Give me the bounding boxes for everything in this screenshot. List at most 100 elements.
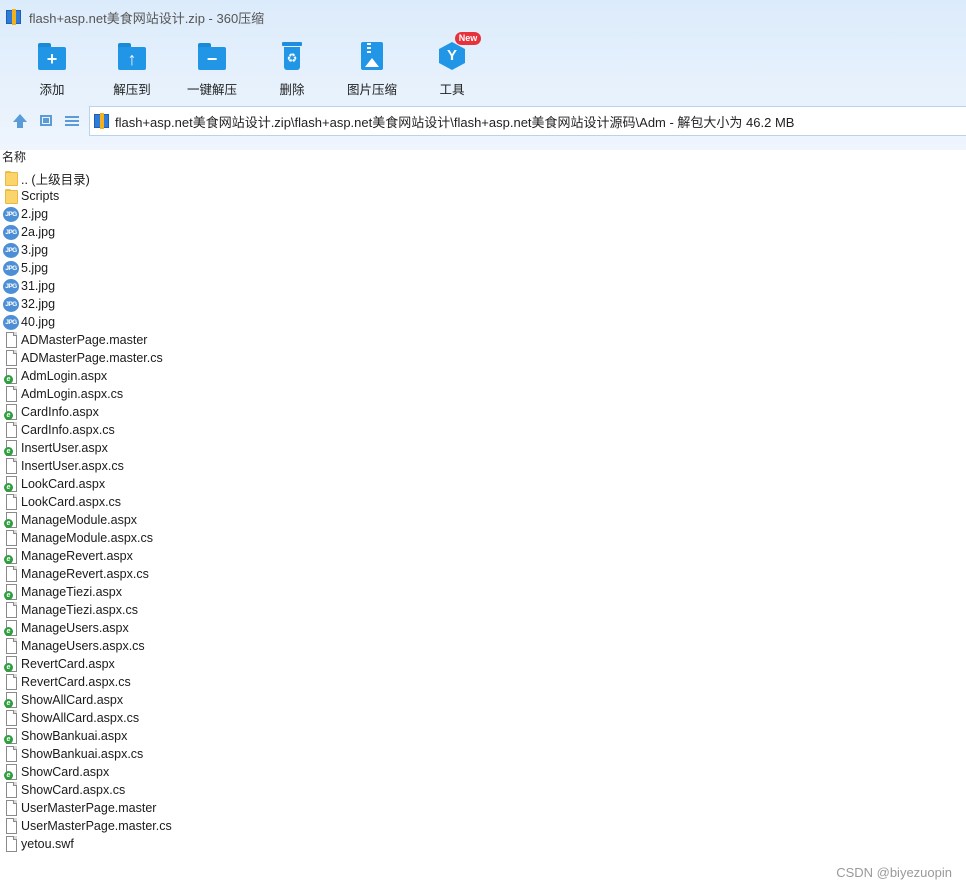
- file-row[interactable]: ShowAllCard.aspx.cs: [0, 709, 966, 727]
- file-name: ShowBankuai.aspx.cs: [21, 747, 144, 761]
- address-bar[interactable]: flash+asp.net美食网站设计.zip\flash+asp.net美食网…: [89, 106, 966, 136]
- file-icon: [2, 566, 20, 582]
- file-row[interactable]: InsertUser.aspx.cs: [0, 457, 966, 475]
- file-icon: [2, 782, 20, 798]
- file-row[interactable]: e ShowBankuai.aspx: [0, 727, 966, 745]
- file-row[interactable]: ShowBankuai.aspx.cs: [0, 745, 966, 763]
- file-name: ManageTiezi.aspx.cs: [21, 603, 138, 617]
- file-row[interactable]: RevertCard.aspx.cs: [0, 673, 966, 691]
- file-icon: [2, 386, 20, 402]
- app-header: flash+asp.net美食网站设计.zip - 360压缩 + 添加 ↑ 解…: [0, 0, 966, 150]
- file-name: ADMasterPage.master: [21, 333, 148, 347]
- file-icon: [2, 638, 20, 654]
- add-icon: +: [36, 40, 68, 72]
- file-row[interactable]: ManageTiezi.aspx.cs: [0, 601, 966, 619]
- aspx-file-icon: e: [2, 620, 20, 636]
- file-row[interactable]: yetou.swf: [0, 835, 966, 853]
- file-row[interactable]: e AdmLogin.aspx: [0, 367, 966, 385]
- file-row[interactable]: LookCard.aspx.cs: [0, 493, 966, 511]
- jpg-file-icon: JPG: [2, 260, 20, 276]
- file-row[interactable]: JPG 2.jpg: [0, 205, 966, 223]
- file-row[interactable]: e ManageUsers.aspx: [0, 619, 966, 637]
- file-row[interactable]: .. (上级目录): [0, 169, 966, 187]
- file-row[interactable]: ManageRevert.aspx.cs: [0, 565, 966, 583]
- thumbnail-view-icon[interactable]: [38, 113, 54, 129]
- aspx-file-icon: e: [2, 440, 20, 456]
- aspx-file-icon: e: [2, 764, 20, 780]
- file-name: UserMasterPage.master.cs: [21, 819, 172, 833]
- file-row[interactable]: JPG 2a.jpg: [0, 223, 966, 241]
- file-name: RevertCard.aspx.cs: [21, 675, 131, 689]
- file-name: yetou.swf: [21, 837, 74, 851]
- list-view-icon[interactable]: [64, 113, 80, 129]
- one-click-extract-button[interactable]: − 一键解压: [172, 38, 252, 98]
- file-name: CardInfo.aspx.cs: [21, 423, 115, 437]
- file-icon: [2, 674, 20, 690]
- aspx-file-icon: e: [2, 548, 20, 564]
- watermark: CSDN @biyezuopin: [836, 865, 952, 880]
- file-row[interactable]: AdmLogin.aspx.cs: [0, 385, 966, 403]
- up-arrow-icon[interactable]: [12, 113, 28, 129]
- file-row[interactable]: e ShowAllCard.aspx: [0, 691, 966, 709]
- file-name: LookCard.aspx: [21, 477, 106, 491]
- delete-button[interactable]: ♻ 删除: [252, 38, 332, 98]
- file-name: 2a.jpg: [21, 225, 56, 239]
- file-row[interactable]: e LookCard.aspx: [0, 475, 966, 493]
- file-row[interactable]: JPG 3.jpg: [0, 241, 966, 259]
- image-compress-button[interactable]: 图片压缩: [332, 38, 412, 98]
- file-icon: [2, 350, 20, 366]
- add-button[interactable]: + 添加: [12, 38, 92, 98]
- file-row[interactable]: JPG 32.jpg: [0, 295, 966, 313]
- title-bar: flash+asp.net美食网站设计.zip - 360压缩: [0, 0, 966, 34]
- file-row[interactable]: e CardInfo.aspx: [0, 403, 966, 421]
- new-badge: New: [455, 32, 481, 45]
- file-row[interactable]: e ManageRevert.aspx: [0, 547, 966, 565]
- file-row[interactable]: ManageModule.aspx.cs: [0, 529, 966, 547]
- jpg-file-icon: JPG: [2, 314, 20, 330]
- file-name: ADMasterPage.master.cs: [21, 351, 163, 365]
- file-name: 31.jpg: [21, 279, 56, 293]
- file-icon: [2, 458, 20, 474]
- tools-button[interactable]: Y 工具: [412, 38, 492, 98]
- jpg-file-icon: JPG: [2, 206, 20, 222]
- column-header-name[interactable]: 名称: [2, 148, 26, 165]
- file-name: UserMasterPage.master: [21, 801, 157, 815]
- extract-to-button[interactable]: ↑ 解压到: [92, 38, 172, 98]
- file-name: ManageTiezi.aspx: [21, 585, 122, 599]
- file-row[interactable]: e InsertUser.aspx: [0, 439, 966, 457]
- file-row[interactable]: UserMasterPage.master.cs: [0, 817, 966, 835]
- file-name: AdmLogin.aspx: [21, 369, 108, 383]
- file-row[interactable]: e ShowCard.aspx: [0, 763, 966, 781]
- file-row[interactable]: ShowCard.aspx.cs: [0, 781, 966, 799]
- file-row[interactable]: JPG 31.jpg: [0, 277, 966, 295]
- file-row[interactable]: JPG 40.jpg: [0, 313, 966, 331]
- file-name: 5.jpg: [21, 261, 49, 275]
- file-row[interactable]: UserMasterPage.master: [0, 799, 966, 817]
- file-row[interactable]: e ManageTiezi.aspx: [0, 583, 966, 601]
- file-name: LookCard.aspx.cs: [21, 495, 122, 509]
- file-name: RevertCard.aspx: [21, 657, 115, 671]
- file-row[interactable]: Scripts: [0, 187, 966, 205]
- file-name: ShowBankuai.aspx: [21, 729, 128, 743]
- file-name: ManageRevert.aspx.cs: [21, 567, 149, 581]
- file-icon: [2, 602, 20, 618]
- file-name: ShowCard.aspx: [21, 765, 110, 779]
- extract-to-icon: ↑: [116, 40, 148, 72]
- file-row[interactable]: JPG 5.jpg: [0, 259, 966, 277]
- file-row[interactable]: ADMasterPage.master: [0, 331, 966, 349]
- file-icon: [2, 530, 20, 546]
- file-row[interactable]: ADMasterPage.master.cs: [0, 349, 966, 367]
- file-icon: [2, 836, 20, 852]
- file-row[interactable]: e ManageModule.aspx: [0, 511, 966, 529]
- folder-icon: [2, 188, 20, 204]
- address-row: flash+asp.net美食网站设计.zip\flash+asp.net美食网…: [0, 105, 966, 137]
- archive-icon: [94, 113, 111, 129]
- aspx-file-icon: e: [2, 584, 20, 600]
- file-row[interactable]: e RevertCard.aspx: [0, 655, 966, 673]
- file-row[interactable]: ManageUsers.aspx.cs: [0, 637, 966, 655]
- file-icon: [2, 422, 20, 438]
- file-icon: [2, 746, 20, 762]
- aspx-file-icon: e: [2, 692, 20, 708]
- file-name: CardInfo.aspx: [21, 405, 99, 419]
- file-row[interactable]: CardInfo.aspx.cs: [0, 421, 966, 439]
